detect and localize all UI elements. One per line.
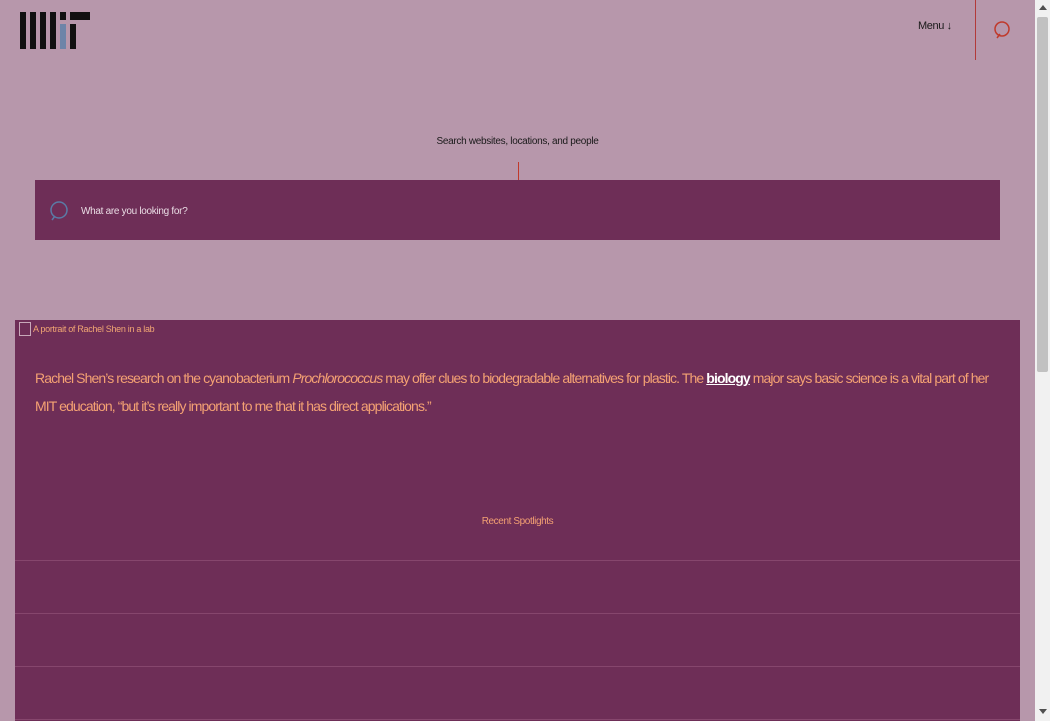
recent-spotlights-heading: Recent Spotlights xyxy=(481,516,554,527)
caption-species: Prochlorococcus xyxy=(292,370,383,386)
list-divider xyxy=(15,560,1020,561)
caption-text: may offer clues to biodegradable alterna… xyxy=(382,370,707,386)
list-divider xyxy=(15,613,1020,614)
scrollbar[interactable] xyxy=(1035,0,1050,721)
list-divider xyxy=(15,666,1020,667)
search-divider xyxy=(518,162,519,180)
menu-button[interactable]: Menu ↓ xyxy=(918,20,952,32)
spotlight-caption: Rachel Shen’s research on the cyanobacte… xyxy=(35,364,1000,420)
scroll-down-arrow-icon[interactable] xyxy=(1039,709,1047,714)
spotlight-image-alt: A portrait of Rachel Shen in a lab xyxy=(33,324,155,334)
mit-logo[interactable] xyxy=(20,12,92,49)
search-bar xyxy=(35,180,1000,240)
search-icon xyxy=(50,201,68,221)
scroll-up-arrow-icon[interactable] xyxy=(1039,5,1047,10)
biology-link[interactable]: biology xyxy=(706,370,750,386)
scrollbar-thumb[interactable] xyxy=(1037,17,1048,372)
spotlight-panel: A portrait of Rachel Shen in a lab Rache… xyxy=(15,320,1020,721)
search-heading: Search websites, locations, and people xyxy=(436,136,599,147)
list-divider xyxy=(15,719,1020,720)
search-input[interactable] xyxy=(79,196,963,226)
broken-image-icon xyxy=(19,322,31,336)
search-icon[interactable] xyxy=(992,19,1014,41)
nav-divider xyxy=(975,0,976,60)
spotlight-image: A portrait of Rachel Shen in a lab xyxy=(19,322,155,336)
caption-text: Rachel Shen’s research on the cyanobacte… xyxy=(35,370,293,386)
